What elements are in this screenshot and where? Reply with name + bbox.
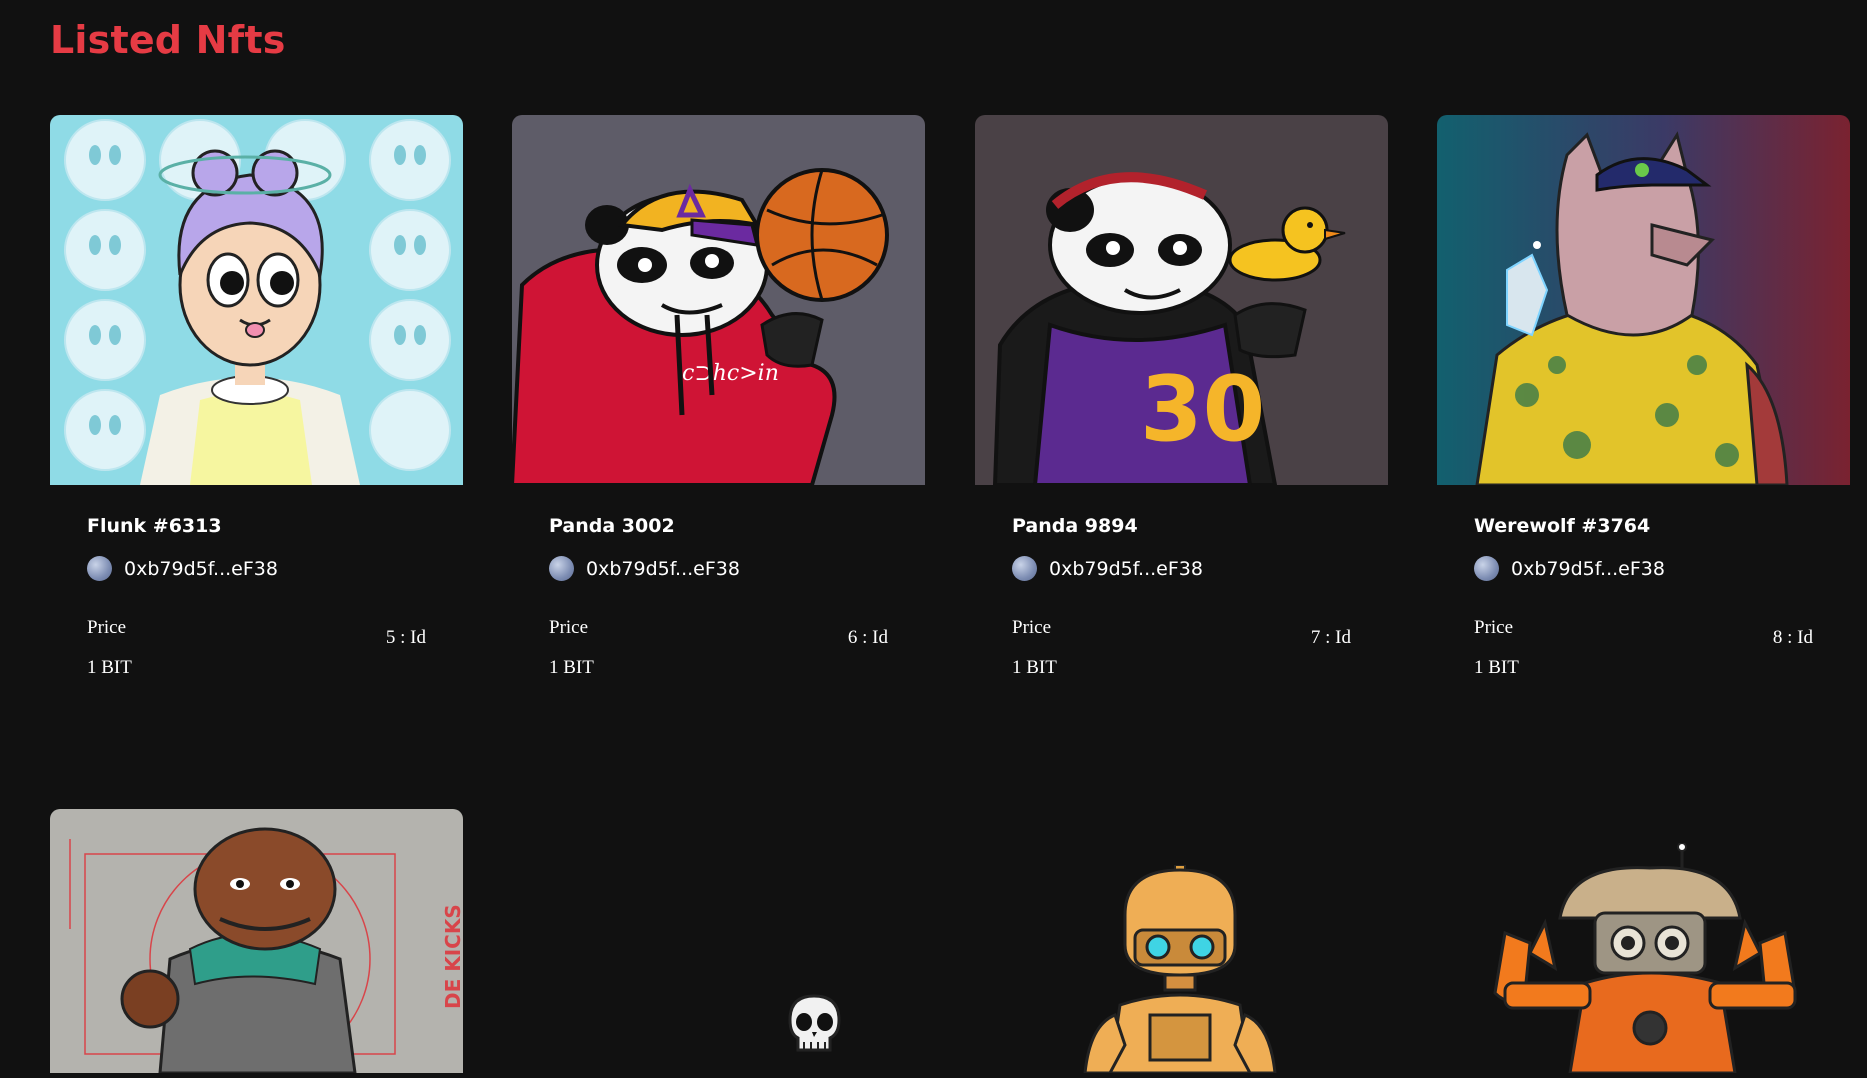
nft-name: Werewolf #3764 xyxy=(1474,515,1651,537)
nft-image[interactable] xyxy=(50,115,463,485)
owner-address[interactable]: 0xb79d5f...eF38 xyxy=(1474,556,1665,581)
avatar xyxy=(87,556,112,581)
nft-image[interactable] xyxy=(1437,115,1850,485)
price-value: 1 BIT xyxy=(87,657,132,678)
nft-image[interactable]: 30 xyxy=(975,115,1388,485)
price-label: Price xyxy=(1474,617,1514,638)
price-label: Price xyxy=(1012,617,1052,638)
nft-card[interactable]: Flunk #6313 0xb79d5f...eF38 Price 1 BIT … xyxy=(50,115,463,678)
owner-address-text: 0xb79d5f...eF38 xyxy=(586,557,740,580)
owner-address-text: 0xb79d5f...eF38 xyxy=(1049,557,1203,580)
price-value: 1 BIT xyxy=(1012,657,1057,678)
avatar xyxy=(1012,556,1037,581)
nft-name: Flunk #6313 xyxy=(87,515,222,537)
werewolf-art xyxy=(1437,115,1850,485)
nft-image[interactable]: c⊃hc>in xyxy=(512,115,925,485)
price-label: Price xyxy=(549,617,589,638)
token-id: 8 : Id xyxy=(1772,627,1813,648)
price-value: 1 BIT xyxy=(549,657,594,678)
owner-address-text: 0xb79d5f...eF38 xyxy=(1511,557,1665,580)
owner-address[interactable]: 0xb79d5f...eF38 xyxy=(549,556,740,581)
nft-card[interactable]: Werewolf #3764 0xb79d5f...eF38 Price 1 B… xyxy=(1437,115,1850,678)
panda-jersey-art: 30 xyxy=(975,115,1388,485)
svg-text:c⊃hc>in: c⊃hc>in xyxy=(682,361,779,386)
flunk-art xyxy=(50,115,463,485)
panda-hoodie-art: c⊃hc>in xyxy=(512,115,925,485)
price-label: Price xyxy=(87,617,127,638)
nft-name: Panda 9894 xyxy=(1012,515,1138,537)
owner-address[interactable]: 0xb79d5f...eF38 xyxy=(1012,556,1203,581)
mushroom-robot-art xyxy=(1490,842,1800,1075)
avatar xyxy=(549,556,574,581)
skull-icon xyxy=(782,992,847,1057)
nft-name: Panda 3002 xyxy=(549,515,675,537)
robot-art xyxy=(1080,864,1280,1075)
token-id: 7 : Id xyxy=(1310,627,1351,648)
avatar xyxy=(1474,556,1499,581)
page-title: Listed Nfts xyxy=(50,18,286,62)
nft-card[interactable]: c⊃hc>in Panda 3002 0xb79d5f...eF38 Price… xyxy=(512,115,925,678)
token-id: 6 : Id xyxy=(847,627,888,648)
token-id: 5 : Id xyxy=(385,627,426,648)
nft-card[interactable]: 30 Panda 9894 0xb79d5f...eF38 Price 1 BI… xyxy=(975,115,1388,678)
owner-address-text: 0xb79d5f...eF38 xyxy=(124,557,278,580)
bear-sneaker-art: DE KICKS xyxy=(50,809,463,1073)
side-text: DE KICKS xyxy=(441,904,463,1009)
nft-card[interactable]: DE KICKS xyxy=(50,809,463,1073)
owner-address[interactable]: 0xb79d5f...eF38 xyxy=(87,556,278,581)
price-value: 1 BIT xyxy=(1474,657,1519,678)
jersey-number: 30 xyxy=(1140,357,1265,462)
